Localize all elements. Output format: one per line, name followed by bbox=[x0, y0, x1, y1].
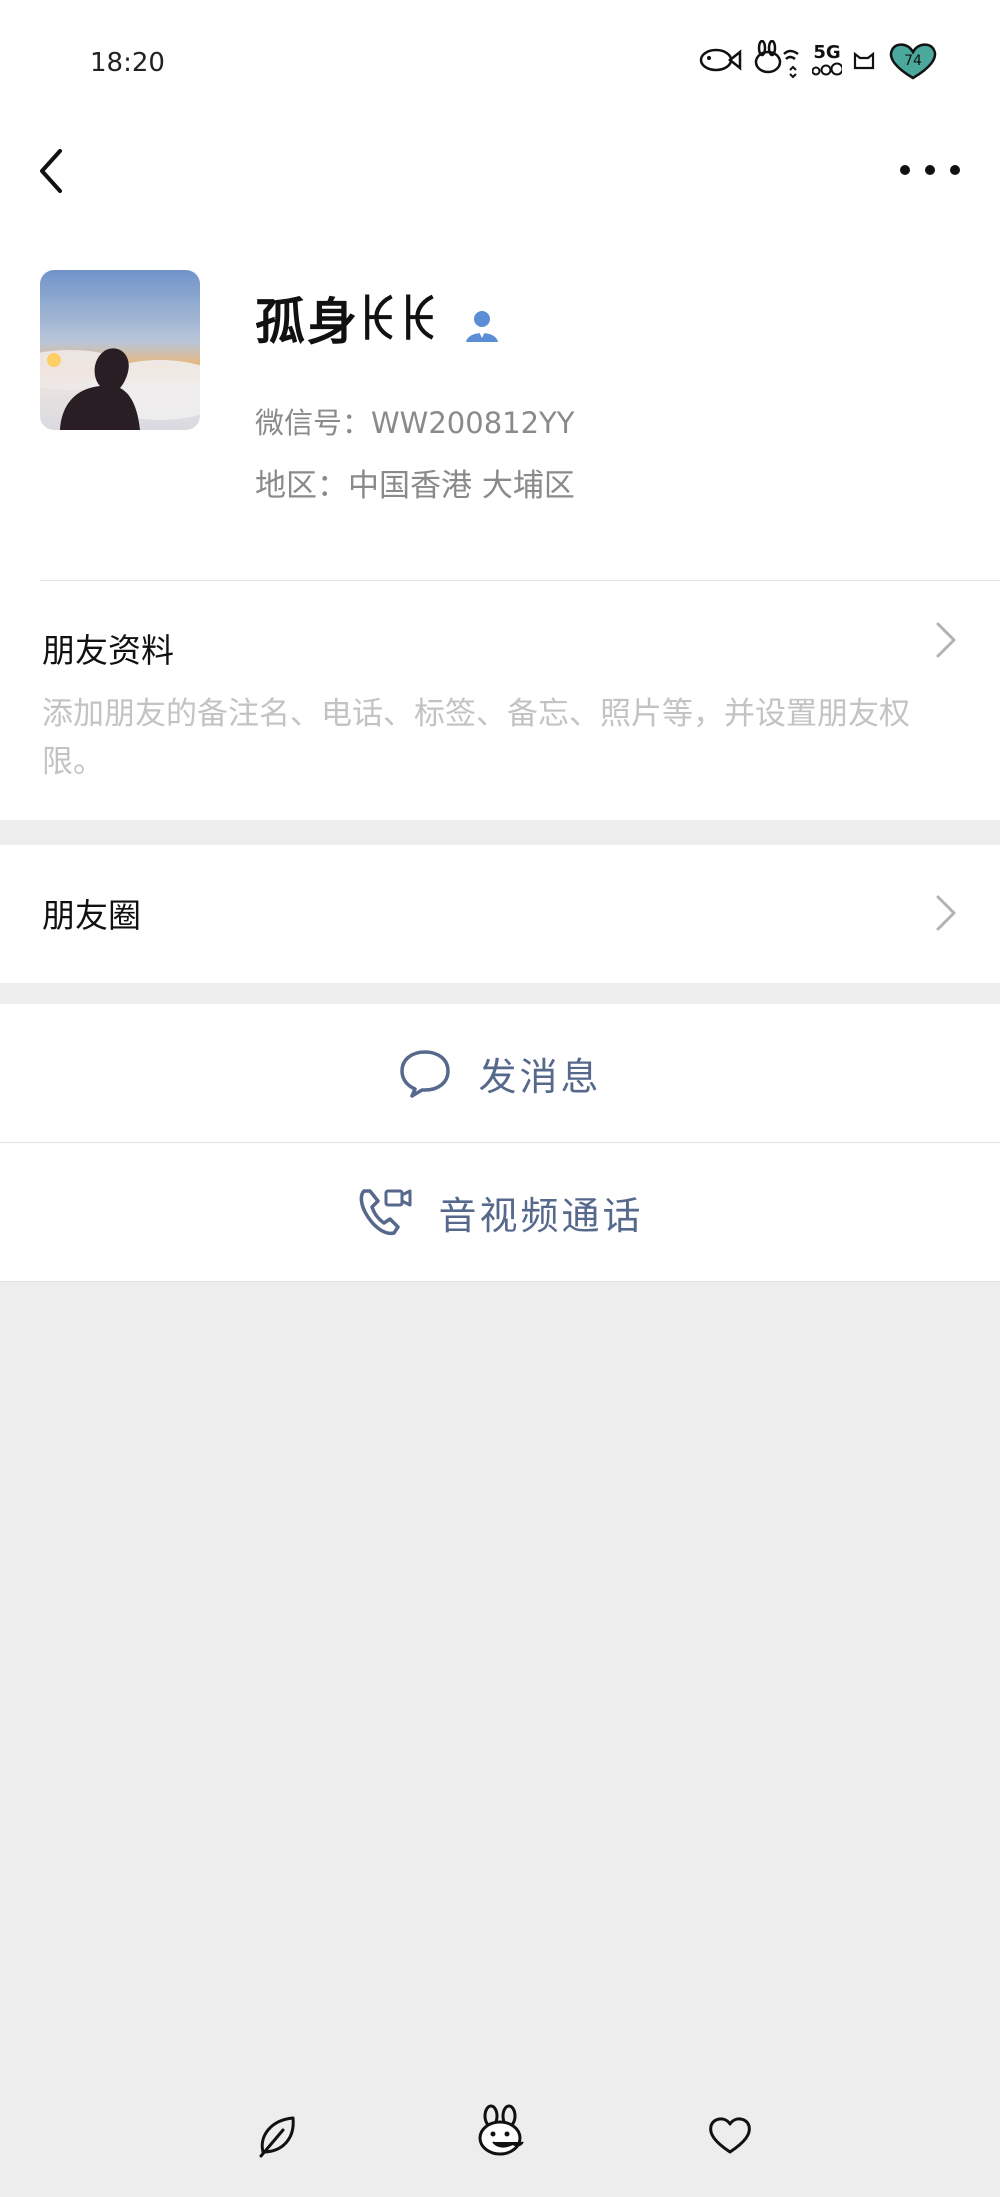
divider bbox=[0, 1281, 1000, 1282]
network-label: 5G bbox=[813, 42, 841, 63]
video-call-button[interactable]: 音视频通话 bbox=[0, 1143, 1000, 1281]
more-dot bbox=[925, 165, 935, 175]
status-icons: 5G 74 bbox=[698, 40, 940, 80]
battery-icon: 74 bbox=[889, 43, 937, 80]
fish-icon bbox=[699, 48, 742, 72]
bunny-icon[interactable] bbox=[473, 2104, 533, 2160]
wifi-bunny-icon bbox=[754, 40, 799, 79]
status-time: 18:20 bbox=[90, 48, 165, 78]
battery-level: 74 bbox=[904, 53, 922, 69]
person-icon bbox=[466, 311, 498, 342]
friend-profile-title: 朋友资料 bbox=[42, 631, 174, 670]
phone-video-icon bbox=[360, 1189, 412, 1236]
moments-row[interactable]: 朋友圈 bbox=[0, 845, 1000, 983]
friend-profile-description: 添加朋友的备注名、电话、标签、备忘、照片等，并设置朋友权限。 bbox=[42, 696, 910, 780]
more-dot bbox=[900, 165, 910, 175]
chat-bubble-icon bbox=[400, 1050, 451, 1098]
nickname: 孤身ꀘꀘ bbox=[255, 292, 442, 351]
chevron-right-icon bbox=[936, 622, 956, 658]
video-call-label: 音视频通话 bbox=[438, 1193, 644, 1238]
send-message-label: 发消息 bbox=[478, 1054, 602, 1099]
moments-title: 朋友圈 bbox=[42, 896, 141, 935]
signal-icon bbox=[812, 62, 842, 76]
more-dot bbox=[950, 165, 960, 175]
chevron-right-icon bbox=[936, 895, 956, 931]
send-message-button[interactable]: 发消息 bbox=[0, 1004, 1000, 1142]
divider bbox=[40, 580, 1000, 581]
back-button[interactable] bbox=[30, 145, 74, 197]
avatar[interactable] bbox=[40, 270, 200, 430]
heart-icon[interactable] bbox=[705, 2110, 755, 2160]
region: 地区：中国香港 大埔区 bbox=[255, 468, 575, 504]
cat-icon bbox=[853, 51, 875, 70]
more-button[interactable] bbox=[900, 150, 960, 190]
leaf-icon[interactable] bbox=[253, 2110, 303, 2160]
wechat-id: 微信号：WW200812YY bbox=[255, 406, 575, 440]
